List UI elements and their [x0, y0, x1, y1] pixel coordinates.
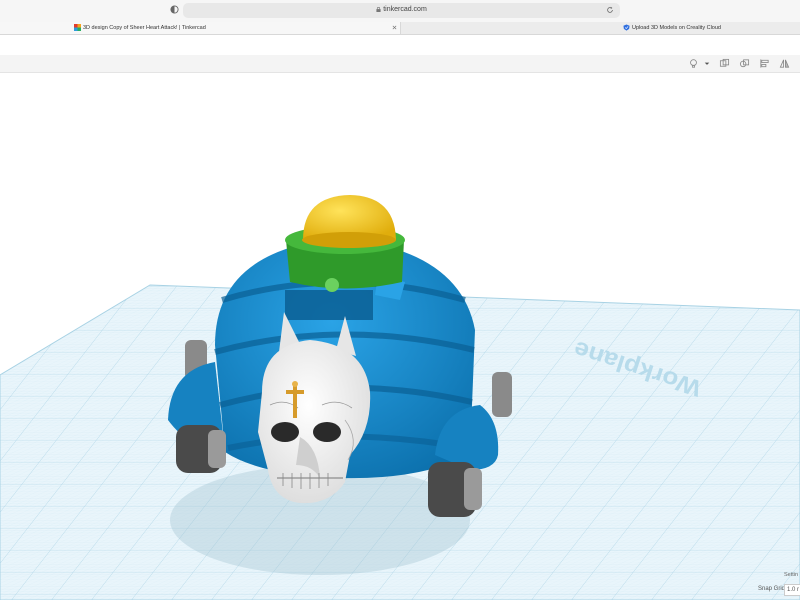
- close-icon[interactable]: [392, 25, 397, 30]
- align-icon[interactable]: [759, 58, 770, 69]
- edit-grid-settings-label[interactable]: Settin: [784, 572, 798, 578]
- 3d-viewport[interactable]: Workplane: [0, 73, 800, 600]
- url-text: tinkercad.com: [383, 6, 427, 13]
- lock-icon: [376, 6, 381, 12]
- sidebar-toggle-icon[interactable]: [170, 5, 179, 14]
- reload-icon[interactable]: [606, 6, 614, 14]
- front-wheel-left[interactable]: [176, 425, 226, 473]
- scene-canvas[interactable]: Workplane: [0, 73, 800, 600]
- front-wheel-right[interactable]: [428, 462, 482, 517]
- tab-label: Upload 3D Models on Creality Cloud: [632, 25, 721, 31]
- tab-tinkercad-design[interactable]: 3D design Copy of Sheer Heart Attack! | …: [0, 22, 401, 34]
- yellow-dome[interactable]: [302, 195, 396, 248]
- tinkercad-favicon-icon: [74, 24, 81, 32]
- app-header: [0, 35, 800, 55]
- tab-bar: 3D design Copy of Sheer Heart Attack! | …: [0, 22, 800, 35]
- tab-label: 3D design Copy of Sheer Heart Attack! | …: [83, 25, 206, 31]
- group-icon[interactable]: [719, 58, 730, 69]
- back-wheel-right: [492, 372, 512, 417]
- lightbulb-icon[interactable]: [688, 58, 699, 69]
- chevron-down-icon[interactable]: [703, 58, 711, 69]
- browser-titlebar: tinkercad.com: [0, 0, 800, 22]
- snap-grid-select[interactable]: 1.0 r: [784, 584, 800, 596]
- address-bar[interactable]: tinkercad.com: [183, 3, 620, 18]
- snap-grid-label: Snap Grid: [758, 586, 786, 592]
- mirror-icon[interactable]: [779, 58, 790, 69]
- creality-favicon-icon: [623, 24, 630, 31]
- ungroup-icon[interactable]: [739, 58, 750, 69]
- edit-toolbar: [0, 55, 800, 73]
- tab-creality-cloud[interactable]: Upload 3D Models on Creality Cloud: [401, 22, 800, 34]
